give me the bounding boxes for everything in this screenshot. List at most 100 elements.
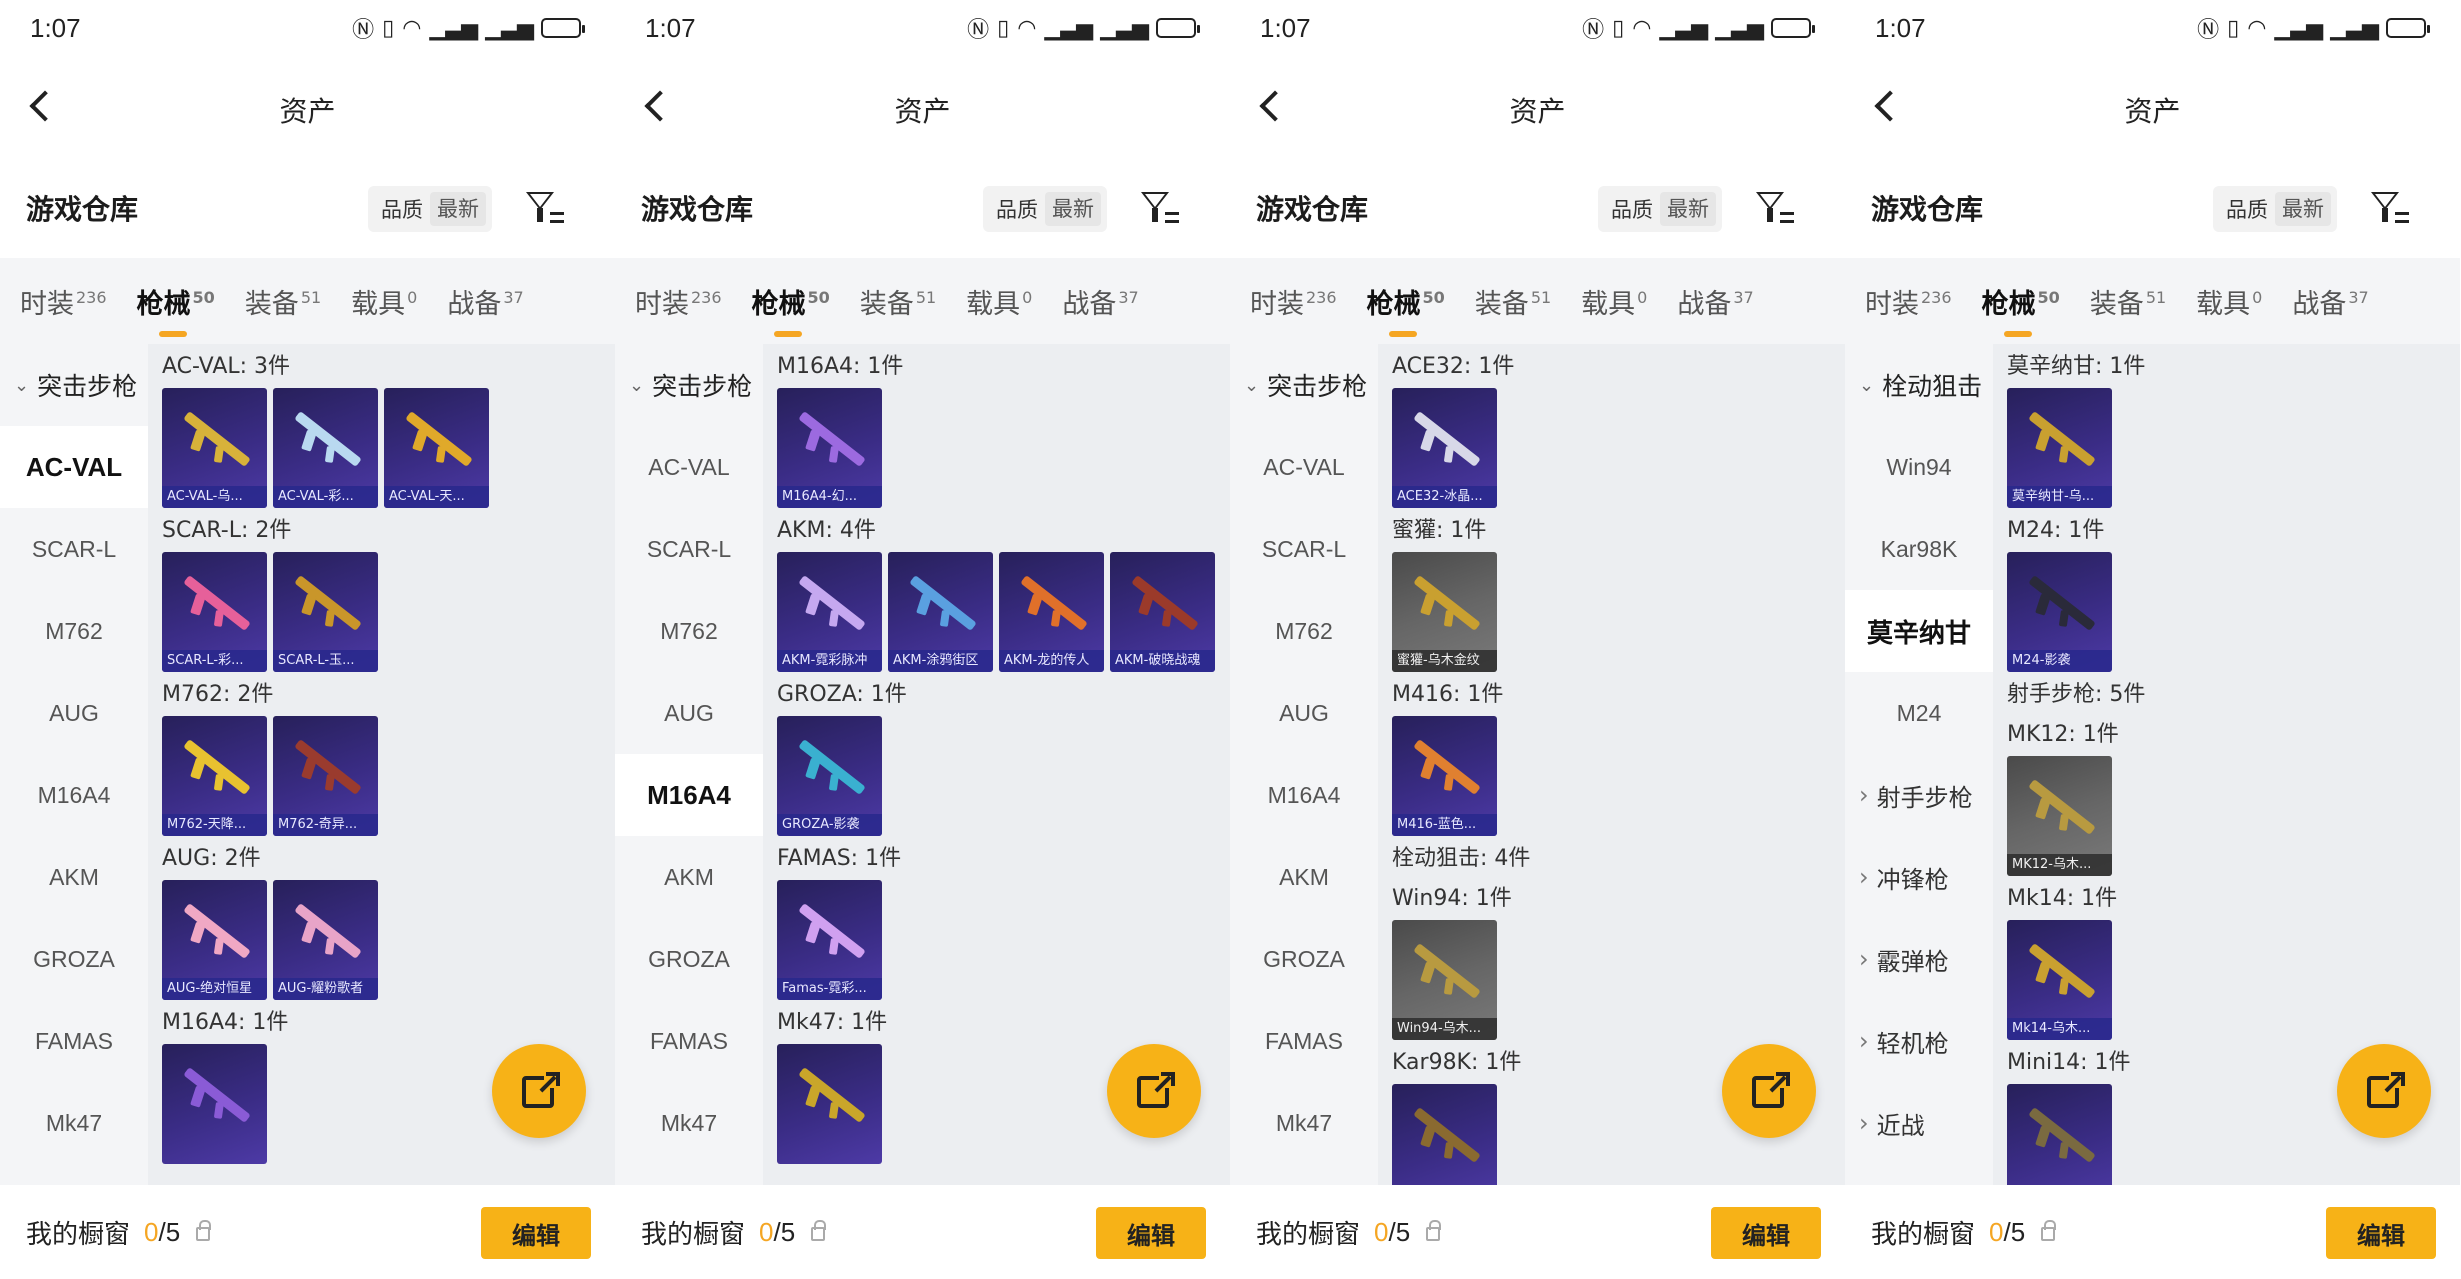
- filter-icon[interactable]: [2369, 190, 2409, 226]
- sidebar-item[interactable]: AKM: [615, 836, 763, 918]
- tab-2[interactable]: 装备 51: [1475, 282, 1551, 321]
- sidebar-item[interactable]: M762: [0, 590, 148, 672]
- sort-quality-button[interactable]: 品质: [1604, 194, 1660, 224]
- sidebar-item[interactable]: AUG: [0, 672, 148, 754]
- sidebar-item[interactable]: M16A4: [1230, 754, 1378, 836]
- item-card[interactable]: [162, 1044, 267, 1164]
- sort-latest-button[interactable]: 最新: [1045, 192, 1101, 226]
- sidebar-item[interactable]: GROZA: [0, 918, 148, 1000]
- share-button[interactable]: [492, 1044, 586, 1138]
- sidebar-item[interactable]: SCAR-L: [0, 508, 148, 590]
- item-card[interactable]: M416-蓝色...: [1392, 716, 1497, 836]
- item-card[interactable]: Mk14-乌木...: [2007, 920, 2112, 1040]
- sidebar-item[interactable]: AUG: [615, 672, 763, 754]
- item-card[interactable]: ACE32-冰晶...: [1392, 388, 1497, 508]
- item-card[interactable]: AKM-霓彩脉冲: [777, 552, 882, 672]
- sidebar-group[interactable]: › 冲锋枪: [1845, 836, 1993, 918]
- tab-0[interactable]: 时装 236: [20, 282, 107, 321]
- item-card[interactable]: AKM-龙的传人: [999, 552, 1104, 672]
- tab-3[interactable]: 载具 0: [1581, 282, 1647, 321]
- tab-4[interactable]: 战备 37: [2292, 282, 2368, 321]
- item-card[interactable]: Win94-乌木...: [1392, 920, 1497, 1040]
- item-card[interactable]: M762-天降...: [162, 716, 267, 836]
- sidebar-group[interactable]: ⌄ 突击步枪: [615, 344, 763, 426]
- item-card[interactable]: M762-奇异...: [273, 716, 378, 836]
- sort-quality-button[interactable]: 品质: [2219, 194, 2275, 224]
- sidebar-item[interactable]: AUG: [1230, 672, 1378, 754]
- tab-2[interactable]: 装备 51: [245, 282, 321, 321]
- sidebar-group[interactable]: ⌄ 突击步枪: [1230, 344, 1378, 426]
- edit-button[interactable]: 编辑: [1096, 1207, 1206, 1259]
- tab-1[interactable]: 枪械 50: [1367, 282, 1445, 337]
- tab-1[interactable]: 枪械 50: [1982, 282, 2060, 337]
- item-card[interactable]: GROZA-影袭: [777, 716, 882, 836]
- sort-quality-button[interactable]: 品质: [374, 194, 430, 224]
- item-card[interactable]: SCAR-L-彩...: [162, 552, 267, 672]
- sidebar-item[interactable]: Mk47: [0, 1082, 148, 1164]
- sidebar-item[interactable]: AC-VAL: [1230, 426, 1378, 508]
- sidebar-item[interactable]: FAMAS: [1230, 1000, 1378, 1082]
- sidebar-item[interactable]: M16A4: [0, 754, 148, 836]
- sidebar-group[interactable]: › 轻机枪: [1845, 1000, 1993, 1082]
- sidebar-item[interactable]: AKM: [0, 836, 148, 918]
- tab-4[interactable]: 战备 37: [447, 282, 523, 321]
- sidebar-group[interactable]: › 霰弹枪: [1845, 918, 1993, 1000]
- sidebar-item[interactable]: FAMAS: [0, 1000, 148, 1082]
- sidebar-item[interactable]: AC-VAL: [0, 426, 148, 508]
- share-button[interactable]: [1722, 1044, 1816, 1138]
- item-card[interactable]: M16A4-幻...: [777, 388, 882, 508]
- share-button[interactable]: [2337, 1044, 2431, 1138]
- tab-3[interactable]: 载具 0: [351, 282, 417, 321]
- tab-4[interactable]: 战备 37: [1677, 282, 1753, 321]
- tab-3[interactable]: 载具 0: [966, 282, 1032, 321]
- sidebar-item[interactable]: Kar98K: [1845, 508, 1993, 590]
- filter-icon[interactable]: [524, 190, 564, 226]
- sidebar-item[interactable]: 莫辛纳甘: [1845, 590, 1993, 672]
- tab-4[interactable]: 战备 37: [1062, 282, 1138, 321]
- sidebar-item[interactable]: M24: [1845, 672, 1993, 754]
- tab-1[interactable]: 枪械 50: [752, 282, 830, 337]
- share-button[interactable]: [1107, 1044, 1201, 1138]
- tab-0[interactable]: 时装 236: [1865, 282, 1952, 321]
- sidebar-item[interactable]: GROZA: [1230, 918, 1378, 1000]
- tab-3[interactable]: 载具 0: [2196, 282, 2262, 321]
- sort-latest-button[interactable]: 最新: [1660, 192, 1716, 226]
- item-card[interactable]: AUG-绝对恒星: [162, 880, 267, 1000]
- item-card[interactable]: AC-VAL-天...: [384, 388, 489, 508]
- item-card[interactable]: AUG-耀粉歌者: [273, 880, 378, 1000]
- edit-button[interactable]: 编辑: [481, 1207, 591, 1259]
- sidebar-group[interactable]: ⌄ 栓动狙击: [1845, 344, 1993, 426]
- item-card[interactable]: Famas-霓彩...: [777, 880, 882, 1000]
- filter-icon[interactable]: [1139, 190, 1179, 226]
- sidebar-item[interactable]: M762: [615, 590, 763, 672]
- sidebar-group[interactable]: › 射手步枪: [1845, 754, 1993, 836]
- tab-1[interactable]: 枪械 50: [137, 282, 215, 337]
- item-card[interactable]: 莫辛纳甘-乌...: [2007, 388, 2112, 508]
- sort-latest-button[interactable]: 最新: [2275, 192, 2331, 226]
- sidebar-item[interactable]: Win94: [1845, 426, 1993, 508]
- sort-latest-button[interactable]: 最新: [430, 192, 486, 226]
- sidebar-item[interactable]: GROZA: [615, 918, 763, 1000]
- sidebar-item[interactable]: Mk47: [615, 1082, 763, 1164]
- tab-0[interactable]: 时装 236: [1250, 282, 1337, 321]
- item-card[interactable]: 蜜獾-乌木金纹: [1392, 552, 1497, 672]
- filter-icon[interactable]: [1754, 190, 1794, 226]
- sidebar-item[interactable]: M762: [1230, 590, 1378, 672]
- sidebar-item[interactable]: SCAR-L: [615, 508, 763, 590]
- item-card[interactable]: MK12-乌木...: [2007, 756, 2112, 876]
- sidebar-group[interactable]: › 近战: [1845, 1082, 1993, 1164]
- item-card[interactable]: [777, 1044, 882, 1164]
- item-card[interactable]: AKM-涂鸦街区: [888, 552, 993, 672]
- tab-2[interactable]: 装备 51: [2090, 282, 2166, 321]
- sidebar-item[interactable]: Mk47: [1230, 1082, 1378, 1164]
- tab-0[interactable]: 时装 236: [635, 282, 722, 321]
- sidebar-item[interactable]: SCAR-L: [1230, 508, 1378, 590]
- item-card[interactable]: M24-影袭: [2007, 552, 2112, 672]
- item-card[interactable]: AC-VAL-彩...: [273, 388, 378, 508]
- sort-quality-button[interactable]: 品质: [989, 194, 1045, 224]
- sidebar-item[interactable]: FAMAS: [615, 1000, 763, 1082]
- sidebar-group[interactable]: ⌄ 突击步枪: [0, 344, 148, 426]
- item-card[interactable]: AC-VAL-乌...: [162, 388, 267, 508]
- sidebar-item[interactable]: AKM: [1230, 836, 1378, 918]
- item-card[interactable]: AKM-破晓战魂: [1110, 552, 1215, 672]
